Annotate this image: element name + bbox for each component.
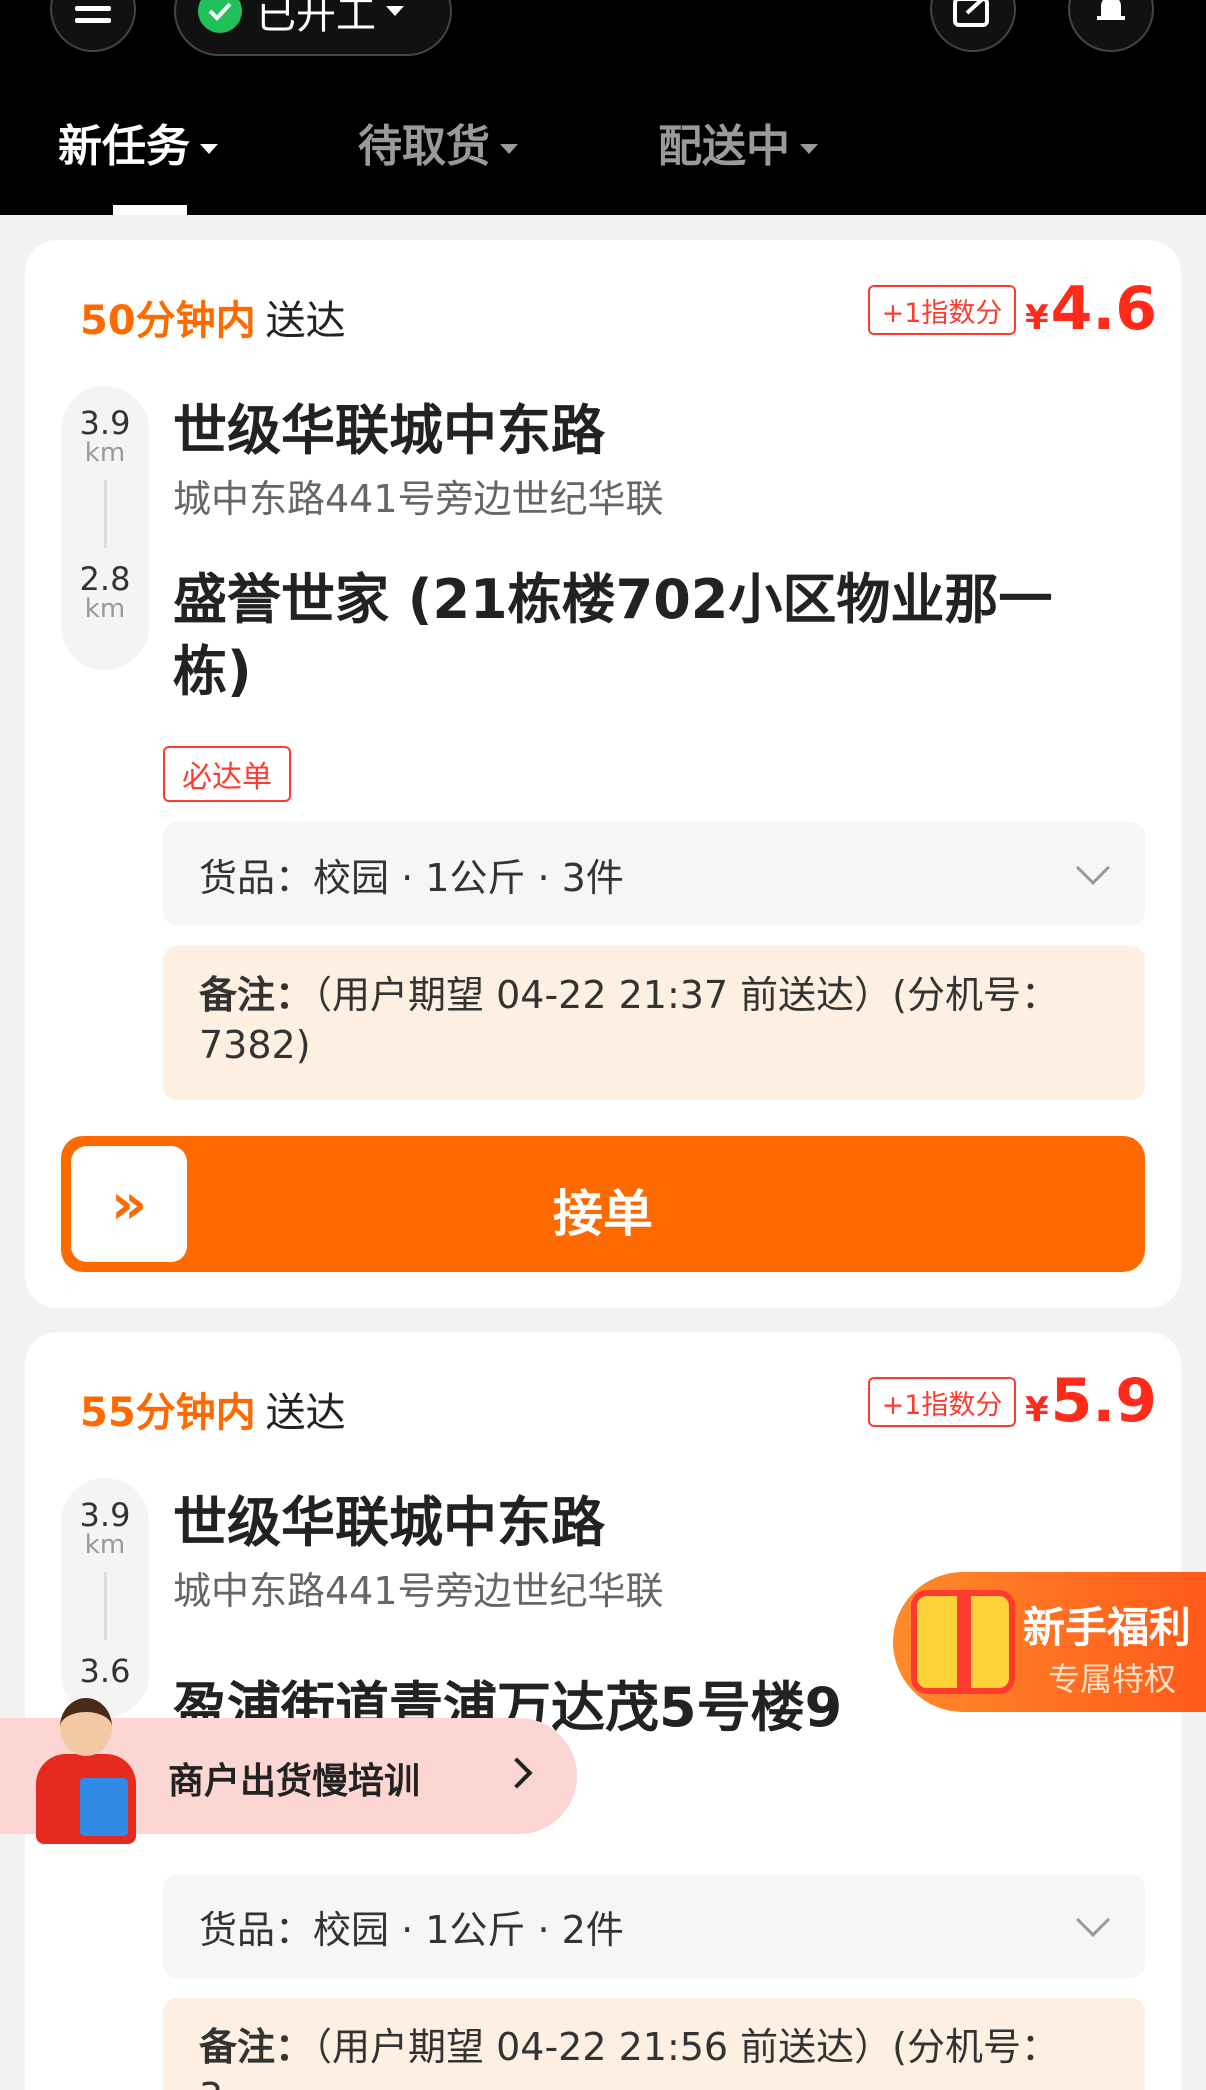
delivery-deadline: 55分钟内 送达 (80, 1390, 346, 1436)
menu-icon (75, 6, 111, 23)
active-tab-indicator (113, 205, 187, 215)
chevron-right-icon (501, 1757, 533, 1789)
delivery-distance: 3.6 (79, 1652, 131, 1690)
tab-delivering[interactable]: 配送中 (658, 110, 818, 174)
work-status-dropdown[interactable]: 已开工 (174, 0, 452, 56)
chevron-down-icon (1076, 851, 1110, 885)
newbie-benefit-banner[interactable]: 新手福利 专属特权 (893, 1572, 1206, 1712)
pickup-name: 世级华联城中东路 (173, 1491, 605, 1554)
goods-info[interactable]: 货品：校园 · 1公斤 · 2件 (163, 1874, 1145, 1978)
order-note: 备注：（用户期望 04-22 21:37 前送达）(分机号：7382) (163, 946, 1145, 1100)
delivery-distance: 2.8 (79, 560, 131, 598)
pickup-address: 城中东路441号旁边世纪华联 (173, 1569, 664, 1613)
tab-pending-pickup[interactable]: 待取货 (358, 110, 518, 174)
top-header: 已开工 新任务 待取货 配送中 (0, 0, 1206, 215)
pickup-distance: 3.9 (79, 1496, 131, 1534)
delivery-name: 盛誉世家 (21栋楼702小区物业那一栋) (173, 568, 1053, 703)
score-tag: +1指数分 (868, 285, 1016, 335)
pickup-name: 世级华联城中东路 (173, 399, 605, 462)
order-price: ¥5.9 (1025, 1366, 1157, 1436)
pickup-distance: 3.9 (79, 404, 131, 442)
check-icon (198, 0, 242, 33)
report-button[interactable] (930, 0, 1016, 52)
merchant-training-banner[interactable]: 商户出货慢培训 (0, 1698, 577, 1844)
order-note: 备注：（用户期望 04-22 21:56 前送达）(分机号：3... (163, 1998, 1145, 2090)
edit-report-icon (953, 0, 989, 27)
delivery-deadline: 50分钟内 送达 (80, 298, 346, 344)
distance-indicator: 3.9 km 2.8 km (61, 386, 149, 670)
chevron-down-icon (386, 6, 404, 16)
goods-info[interactable]: 货品：校园 · 1公斤 · 3件 (163, 822, 1145, 926)
accept-order-button[interactable]: » 接单 (61, 1136, 1145, 1272)
chevron-down-icon (1076, 1903, 1110, 1937)
courier-avatar (30, 1698, 140, 1848)
bell-icon (1097, 0, 1125, 20)
score-tag: +1指数分 (868, 1377, 1016, 1427)
distance-indicator: 3.9 km 3.6 (61, 1478, 149, 1718)
menu-button[interactable] (50, 0, 136, 52)
order-price: ¥4.6 (1025, 274, 1157, 344)
work-status-label: 已开工 (256, 0, 376, 38)
notification-button[interactable] (1068, 0, 1154, 52)
tab-new-tasks[interactable]: 新任务 (58, 110, 218, 174)
order-card[interactable]: 50分钟内 送达 +1指数分 ¥4.6 3.9 km 2.8 km 世级华联城中东… (25, 240, 1181, 1308)
pickup-address: 城中东路441号旁边世纪华联 (173, 477, 664, 521)
order-tabs: 新任务 待取货 配送中 (0, 110, 1206, 190)
must-deliver-tag: 必达单 (163, 746, 291, 802)
gift-icon (911, 1590, 1015, 1694)
